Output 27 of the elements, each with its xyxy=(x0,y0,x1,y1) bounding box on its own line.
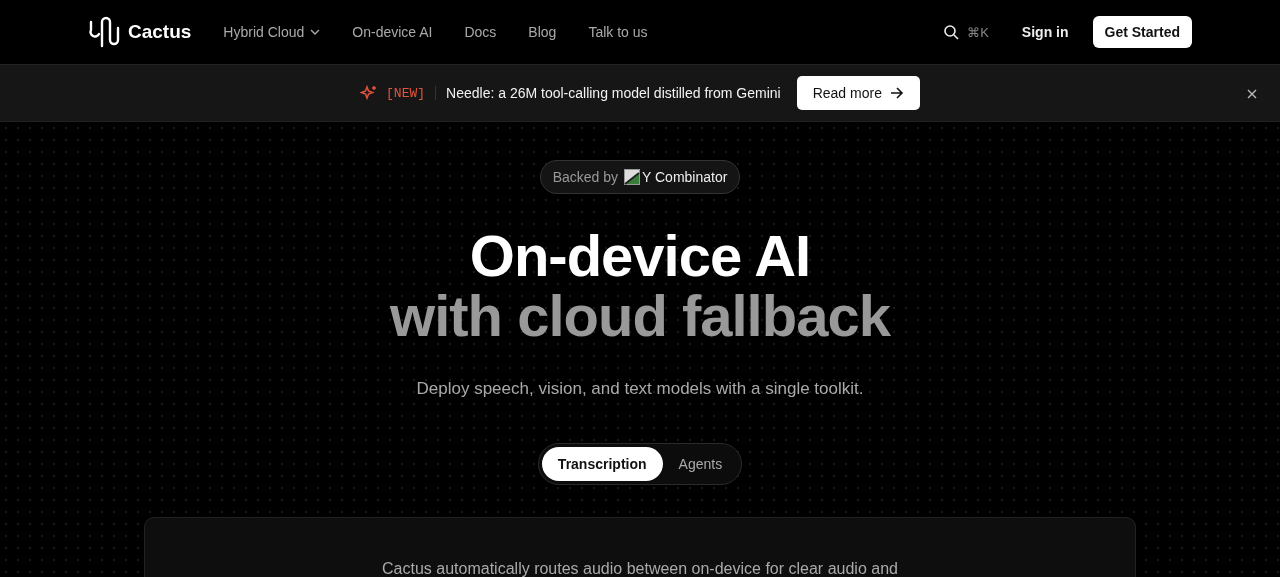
nav-link[interactable]: Blog xyxy=(528,24,557,40)
broken-image-icon xyxy=(624,169,640,185)
hero-title: On-device AI xyxy=(469,226,811,286)
announcement-text: Needle: a 26M tool-calling model distilled from Gemini xyxy=(446,85,781,101)
investor-name: Y Combinator xyxy=(642,169,728,185)
sparkle-icon xyxy=(360,84,379,102)
new-tag: [NEW] xyxy=(386,85,426,101)
hero-subtitle: Deploy speech, vision, and text models with a single toolkit. xyxy=(416,379,864,399)
search-icon[interactable] xyxy=(943,24,960,40)
nav-link[interactable]: Docs xyxy=(464,24,497,40)
badge-label: Backed by xyxy=(552,169,618,185)
sign-in-link[interactable]: Sign in xyxy=(1021,24,1069,40)
get-started-button[interactable]: Get Started xyxy=(1092,16,1192,48)
nav-link[interactable]: Hybrid Cloud xyxy=(223,24,321,40)
card-text: Cactus automatically routes audio between on-device for clear audio and xyxy=(382,560,898,577)
chevron-down-icon xyxy=(310,29,321,35)
hero-title: with cloud fallback xyxy=(390,286,890,346)
nav-link[interactable]: Talk to us xyxy=(588,24,648,40)
read-more-button[interactable]: Read more xyxy=(796,76,920,110)
nav-link[interactable]: On-device AI xyxy=(352,24,433,40)
arrow-right-icon xyxy=(889,87,904,99)
brand-name[interactable]: Cactus xyxy=(128,21,192,43)
tab[interactable]: Transcription xyxy=(541,447,663,481)
close-icon[interactable] xyxy=(1247,89,1257,99)
shortcut-hint: ⌘K xyxy=(967,24,989,40)
tab[interactable]: Agents xyxy=(662,447,739,481)
cactus-logo-icon[interactable] xyxy=(88,16,122,48)
